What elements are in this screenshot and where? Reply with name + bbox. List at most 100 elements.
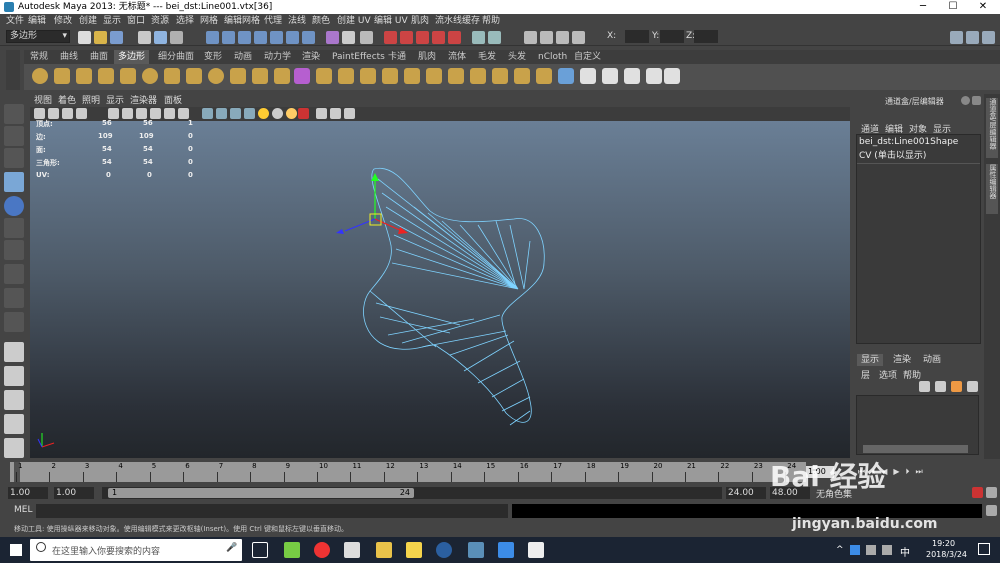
magnet-icon[interactable] (302, 31, 315, 44)
select-tool-icon[interactable] (4, 104, 24, 124)
hypershade-icon[interactable] (432, 31, 445, 44)
split-polygon-icon[interactable] (404, 68, 420, 84)
anim-prefs-icon[interactable] (986, 487, 997, 498)
minimize-button[interactable]: ─ (908, 0, 938, 14)
chrome-icon[interactable] (314, 542, 330, 558)
close-button[interactable]: ✕ (968, 0, 998, 14)
x-field[interactable] (625, 30, 649, 43)
cut-faces-icon[interactable] (382, 68, 398, 84)
shelf-tab-painteffects[interactable]: PaintEffects (328, 50, 389, 64)
taskbar-app-icon[interactable] (436, 542, 452, 558)
taskbar-app-icon[interactable] (284, 542, 300, 558)
layer-menu-help[interactable]: 帮助 (903, 368, 921, 381)
select-camera-icon[interactable] (34, 108, 45, 119)
hypershade-pane-icon[interactable] (4, 438, 24, 458)
history-icon[interactable] (326, 31, 339, 44)
menu-display[interactable]: 显示 (103, 14, 121, 28)
poly-soccer-ball-icon[interactable] (208, 68, 224, 84)
shelf-tab-toon[interactable]: 卡通 (384, 50, 410, 64)
notifications-icon[interactable] (978, 543, 990, 555)
mirror-icon[interactable] (294, 68, 310, 84)
camera-attributes-icon[interactable] (48, 108, 59, 119)
planar-map-icon[interactable] (558, 68, 574, 84)
collapse-icon[interactable] (514, 68, 530, 84)
bridge-icon[interactable] (338, 68, 354, 84)
input-ops-icon[interactable] (342, 31, 355, 44)
file-explorer-icon[interactable] (376, 542, 392, 558)
viewport-menu-show[interactable]: 显示 (106, 95, 124, 107)
shelf-tab-surfaces[interactable]: 曲面 (86, 50, 112, 64)
wireframe-icon[interactable] (202, 108, 213, 119)
side-tab-channel-box[interactable]: 通道盒/层编辑器 (986, 98, 998, 158)
network-icon[interactable] (866, 545, 876, 555)
xray-icon[interactable] (316, 108, 327, 119)
range-bar[interactable]: 1 24 (102, 487, 722, 499)
render-frame-icon[interactable] (384, 31, 397, 44)
menu-file[interactable]: 文件 (6, 14, 24, 28)
shelf-tab-hair[interactable]: 头发 (504, 50, 530, 64)
quick-select-icon[interactable] (572, 31, 585, 44)
rename-icon[interactable] (556, 31, 569, 44)
menu-edit[interactable]: 编辑 (28, 14, 46, 28)
shelf-tab-ncloth[interactable]: nCloth (534, 50, 571, 64)
save-scene-icon[interactable] (110, 31, 123, 44)
uv-checker-icon[interactable] (580, 68, 596, 84)
auto-key-icon[interactable] (972, 487, 983, 498)
taskbar-search-box[interactable]: 在这里输入你要搜索的内容 🎤 (30, 539, 242, 561)
task-view-icon[interactable] (252, 542, 268, 558)
uv-sew-icon[interactable] (664, 68, 680, 84)
single-pane-icon[interactable] (4, 342, 24, 362)
image-plane-icon[interactable] (76, 108, 87, 119)
perspective-viewport[interactable]: 顶点: 边: 面: 三角形: UV: 56 109 54 54 0 56 109… (30, 119, 850, 458)
scale-tool-icon[interactable] (4, 218, 24, 238)
select-object-icon[interactable] (154, 31, 167, 44)
layer-tab-display[interactable]: 显示 (857, 354, 884, 366)
layer-tab-render[interactable]: 渲染 (889, 354, 915, 366)
separate-icon[interactable] (252, 68, 268, 84)
snap-point-icon[interactable] (238, 31, 251, 44)
four-pane-icon[interactable] (4, 366, 24, 386)
menu-create-uv[interactable]: 创建 UV (337, 14, 371, 28)
poly-pyramid-icon[interactable] (186, 68, 202, 84)
playback-end-field[interactable]: 24.00 (726, 487, 766, 499)
film-gate-icon[interactable] (122, 108, 133, 119)
smooth-shade-icon[interactable] (216, 108, 227, 119)
show-manipulator-icon[interactable] (4, 288, 24, 308)
photos-icon[interactable] (528, 542, 544, 558)
mel-label[interactable]: MEL (14, 505, 32, 515)
lasso-tool-icon[interactable] (4, 126, 24, 146)
command-input[interactable] (36, 504, 508, 518)
bevel-icon[interactable] (470, 68, 486, 84)
side-tab-attribute-editor[interactable]: 属性编辑器 (986, 164, 998, 214)
render-settings-icon[interactable] (416, 31, 429, 44)
poly-sphere-icon[interactable] (32, 68, 48, 84)
range-handle[interactable]: 1 24 (108, 488, 414, 498)
bookmark-icon[interactable] (62, 108, 73, 119)
help-icon[interactable] (961, 96, 970, 105)
use-all-lights-icon[interactable] (258, 108, 269, 119)
shelf-tab-dynamics[interactable]: 动力学 (260, 50, 295, 64)
menu-normals[interactable]: 法线 (288, 14, 306, 28)
windows-start-icon[interactable] (10, 544, 22, 556)
outliner-icon[interactable] (488, 31, 501, 44)
xray-joints-icon[interactable] (330, 108, 341, 119)
select-component-icon[interactable] (170, 31, 183, 44)
y-field[interactable] (660, 30, 684, 43)
render-view-icon[interactable] (448, 31, 461, 44)
current-time-marker[interactable] (14, 462, 20, 482)
uv-unfold-icon[interactable] (624, 68, 640, 84)
menu-help[interactable]: 帮助 (482, 14, 500, 28)
z-axis-arrow-icon[interactable] (336, 229, 344, 234)
menu-edit-uv[interactable]: 编辑 UV (374, 14, 408, 28)
uv-cut-icon[interactable] (646, 68, 662, 84)
poly-cylinder-icon[interactable] (76, 68, 92, 84)
clock-time[interactable]: 19:20 (932, 539, 955, 548)
taskbar-app-icon[interactable] (498, 542, 514, 558)
smooth-icon[interactable] (274, 68, 290, 84)
snap-live-icon[interactable] (286, 31, 299, 44)
start-time-field[interactable]: 1.00 (8, 487, 48, 499)
menu-create[interactable]: 创建 (79, 14, 97, 28)
shelf-tab-muscle[interactable]: 肌肉 (414, 50, 440, 64)
universal-manipulator-icon[interactable] (4, 240, 24, 260)
layer-scrollbar[interactable] (863, 445, 968, 453)
